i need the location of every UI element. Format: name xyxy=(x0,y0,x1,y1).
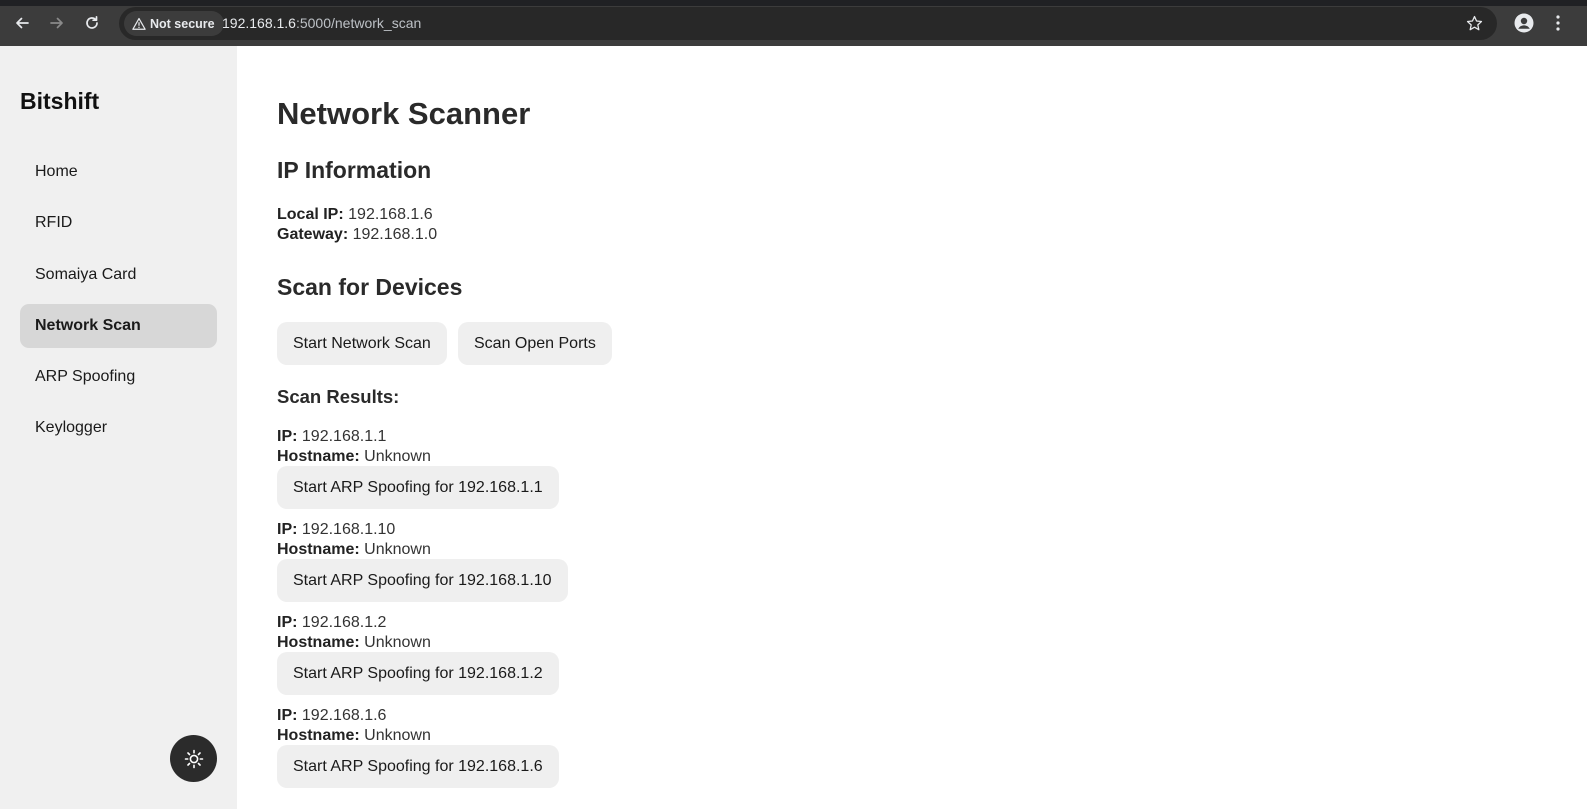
sidebar-item-keylogger[interactable]: Keylogger xyxy=(20,406,217,450)
device-ip-row: IP: 192.168.1.10 xyxy=(277,520,395,540)
star-icon[interactable] xyxy=(1466,15,1483,32)
profile-icon xyxy=(1514,13,1534,33)
device-ip-row: IP: 192.168.1.1 xyxy=(277,427,386,447)
device-ip: 192.168.1.6 xyxy=(301,707,387,724)
warning-icon xyxy=(132,17,146,30)
device-hostname: Unknown xyxy=(364,448,431,465)
hostname-label: Hostname: xyxy=(277,448,360,465)
start-network-scan-button[interactable]: Start Network Scan xyxy=(277,322,447,365)
arp-spoof-button[interactable]: Start ARP Spoofing for 192.168.1.1 xyxy=(277,466,559,509)
sidebar: Bitshift Home RFID Somaiya Card Network … xyxy=(0,46,237,809)
forward-button[interactable] xyxy=(45,11,69,35)
sun-icon xyxy=(184,749,203,768)
ip-label: IP: xyxy=(277,428,298,445)
browser-toolbar: Not secure 192.168.1.6:5000/network_scan xyxy=(0,0,1587,46)
security-label: Not secure xyxy=(150,16,215,31)
back-arrow-icon xyxy=(16,17,29,29)
device-hostname: Unknown xyxy=(364,634,431,651)
scan-heading: Scan for Devices xyxy=(277,274,463,300)
sidebar-item-arp-spoofing[interactable]: ARP Spoofing xyxy=(20,355,217,399)
device-ip: 192.168.1.1 xyxy=(301,428,387,445)
arp-spoof-button[interactable]: Start ARP Spoofing for 192.168.1.6 xyxy=(277,745,559,788)
device-hostname-row: Hostname: Unknown xyxy=(277,540,431,560)
sidebar-item-rfid[interactable]: RFID xyxy=(20,201,217,245)
ip-info-heading: IP Information xyxy=(277,157,432,183)
list-item: IP: 192.168.1.10 Hostname: Unknown Start… xyxy=(277,520,877,613)
device-ip: 192.168.1.10 xyxy=(301,521,396,538)
device-hostname-row: Hostname: Unknown xyxy=(277,447,431,467)
gateway-label: Gateway: xyxy=(277,226,349,243)
sidebar-nav: Home RFID Somaiya Card Network Scan ARP … xyxy=(20,150,217,458)
hostname-label: Hostname: xyxy=(277,727,360,744)
sidebar-item-home[interactable]: Home xyxy=(20,150,217,194)
more-vert-icon xyxy=(1556,15,1560,31)
forward-arrow-icon xyxy=(50,17,63,29)
brand-title: Bitshift xyxy=(20,88,100,114)
main-content: Network Scanner IP Information Local IP:… xyxy=(277,46,1567,809)
device-ip-row: IP: 192.168.1.6 xyxy=(277,706,386,726)
device-ip-row: IP: 192.168.1.2 xyxy=(277,613,386,633)
theme-toggle-button[interactable] xyxy=(170,735,217,782)
ip-label: IP: xyxy=(277,614,298,631)
list-item: IP: 192.168.1.1 Hostname: Unknown Start … xyxy=(277,427,877,520)
page-title: Network Scanner xyxy=(277,96,531,131)
arp-spoof-button[interactable]: Start ARP Spoofing for 192.168.1.10 xyxy=(277,559,568,602)
device-hostname: Unknown xyxy=(364,727,431,744)
device-hostname-row: Hostname: Unknown xyxy=(277,726,431,746)
scan-results-heading: Scan Results: xyxy=(277,386,400,407)
reload-button[interactable] xyxy=(80,11,104,35)
list-item: IP: 192.168.1.2 Hostname: Unknown Start … xyxy=(277,613,877,706)
url-text[interactable]: 192.168.1.6:5000/network_scan xyxy=(222,7,421,40)
ip-label: IP: xyxy=(277,521,298,538)
device-ip: 192.168.1.2 xyxy=(301,614,387,631)
local-ip-value: 192.168.1.6 xyxy=(348,206,433,223)
arp-spoof-button[interactable]: Start ARP Spoofing for 192.168.1.2 xyxy=(277,652,559,695)
back-button[interactable] xyxy=(10,11,34,35)
ip-label: IP: xyxy=(277,707,298,724)
hostname-label: Hostname: xyxy=(277,541,360,558)
profile-button[interactable] xyxy=(1512,11,1536,35)
list-item: IP: 192.168.1.6 Hostname: Unknown Start … xyxy=(277,706,877,799)
device-hostname-row: Hostname: Unknown xyxy=(277,633,431,653)
url-host: 192.168.1.6 xyxy=(222,15,296,31)
device-hostname: Unknown xyxy=(364,541,431,558)
sidebar-item-network-scan[interactable]: Network Scan xyxy=(20,303,217,348)
browser-menu-button[interactable] xyxy=(1552,11,1564,35)
gateway-row: Gateway: 192.168.1.0 xyxy=(277,225,437,245)
scan-open-ports-button[interactable]: Scan Open Ports xyxy=(458,322,612,365)
hostname-label: Hostname: xyxy=(277,634,360,651)
local-ip-label: Local IP: xyxy=(277,206,344,223)
gateway-value: 192.168.1.0 xyxy=(352,226,438,243)
local-ip-row: Local IP: 192.168.1.6 xyxy=(277,205,433,225)
sidebar-item-somaiya-card[interactable]: Somaiya Card xyxy=(20,253,217,297)
address-bar[interactable]: Not secure 192.168.1.6:5000/network_scan xyxy=(119,7,1497,40)
reload-icon xyxy=(86,15,98,29)
url-path: :5000/network_scan xyxy=(295,15,422,31)
security-indicator[interactable]: Not secure xyxy=(124,11,224,36)
tab-strip xyxy=(0,0,1587,6)
